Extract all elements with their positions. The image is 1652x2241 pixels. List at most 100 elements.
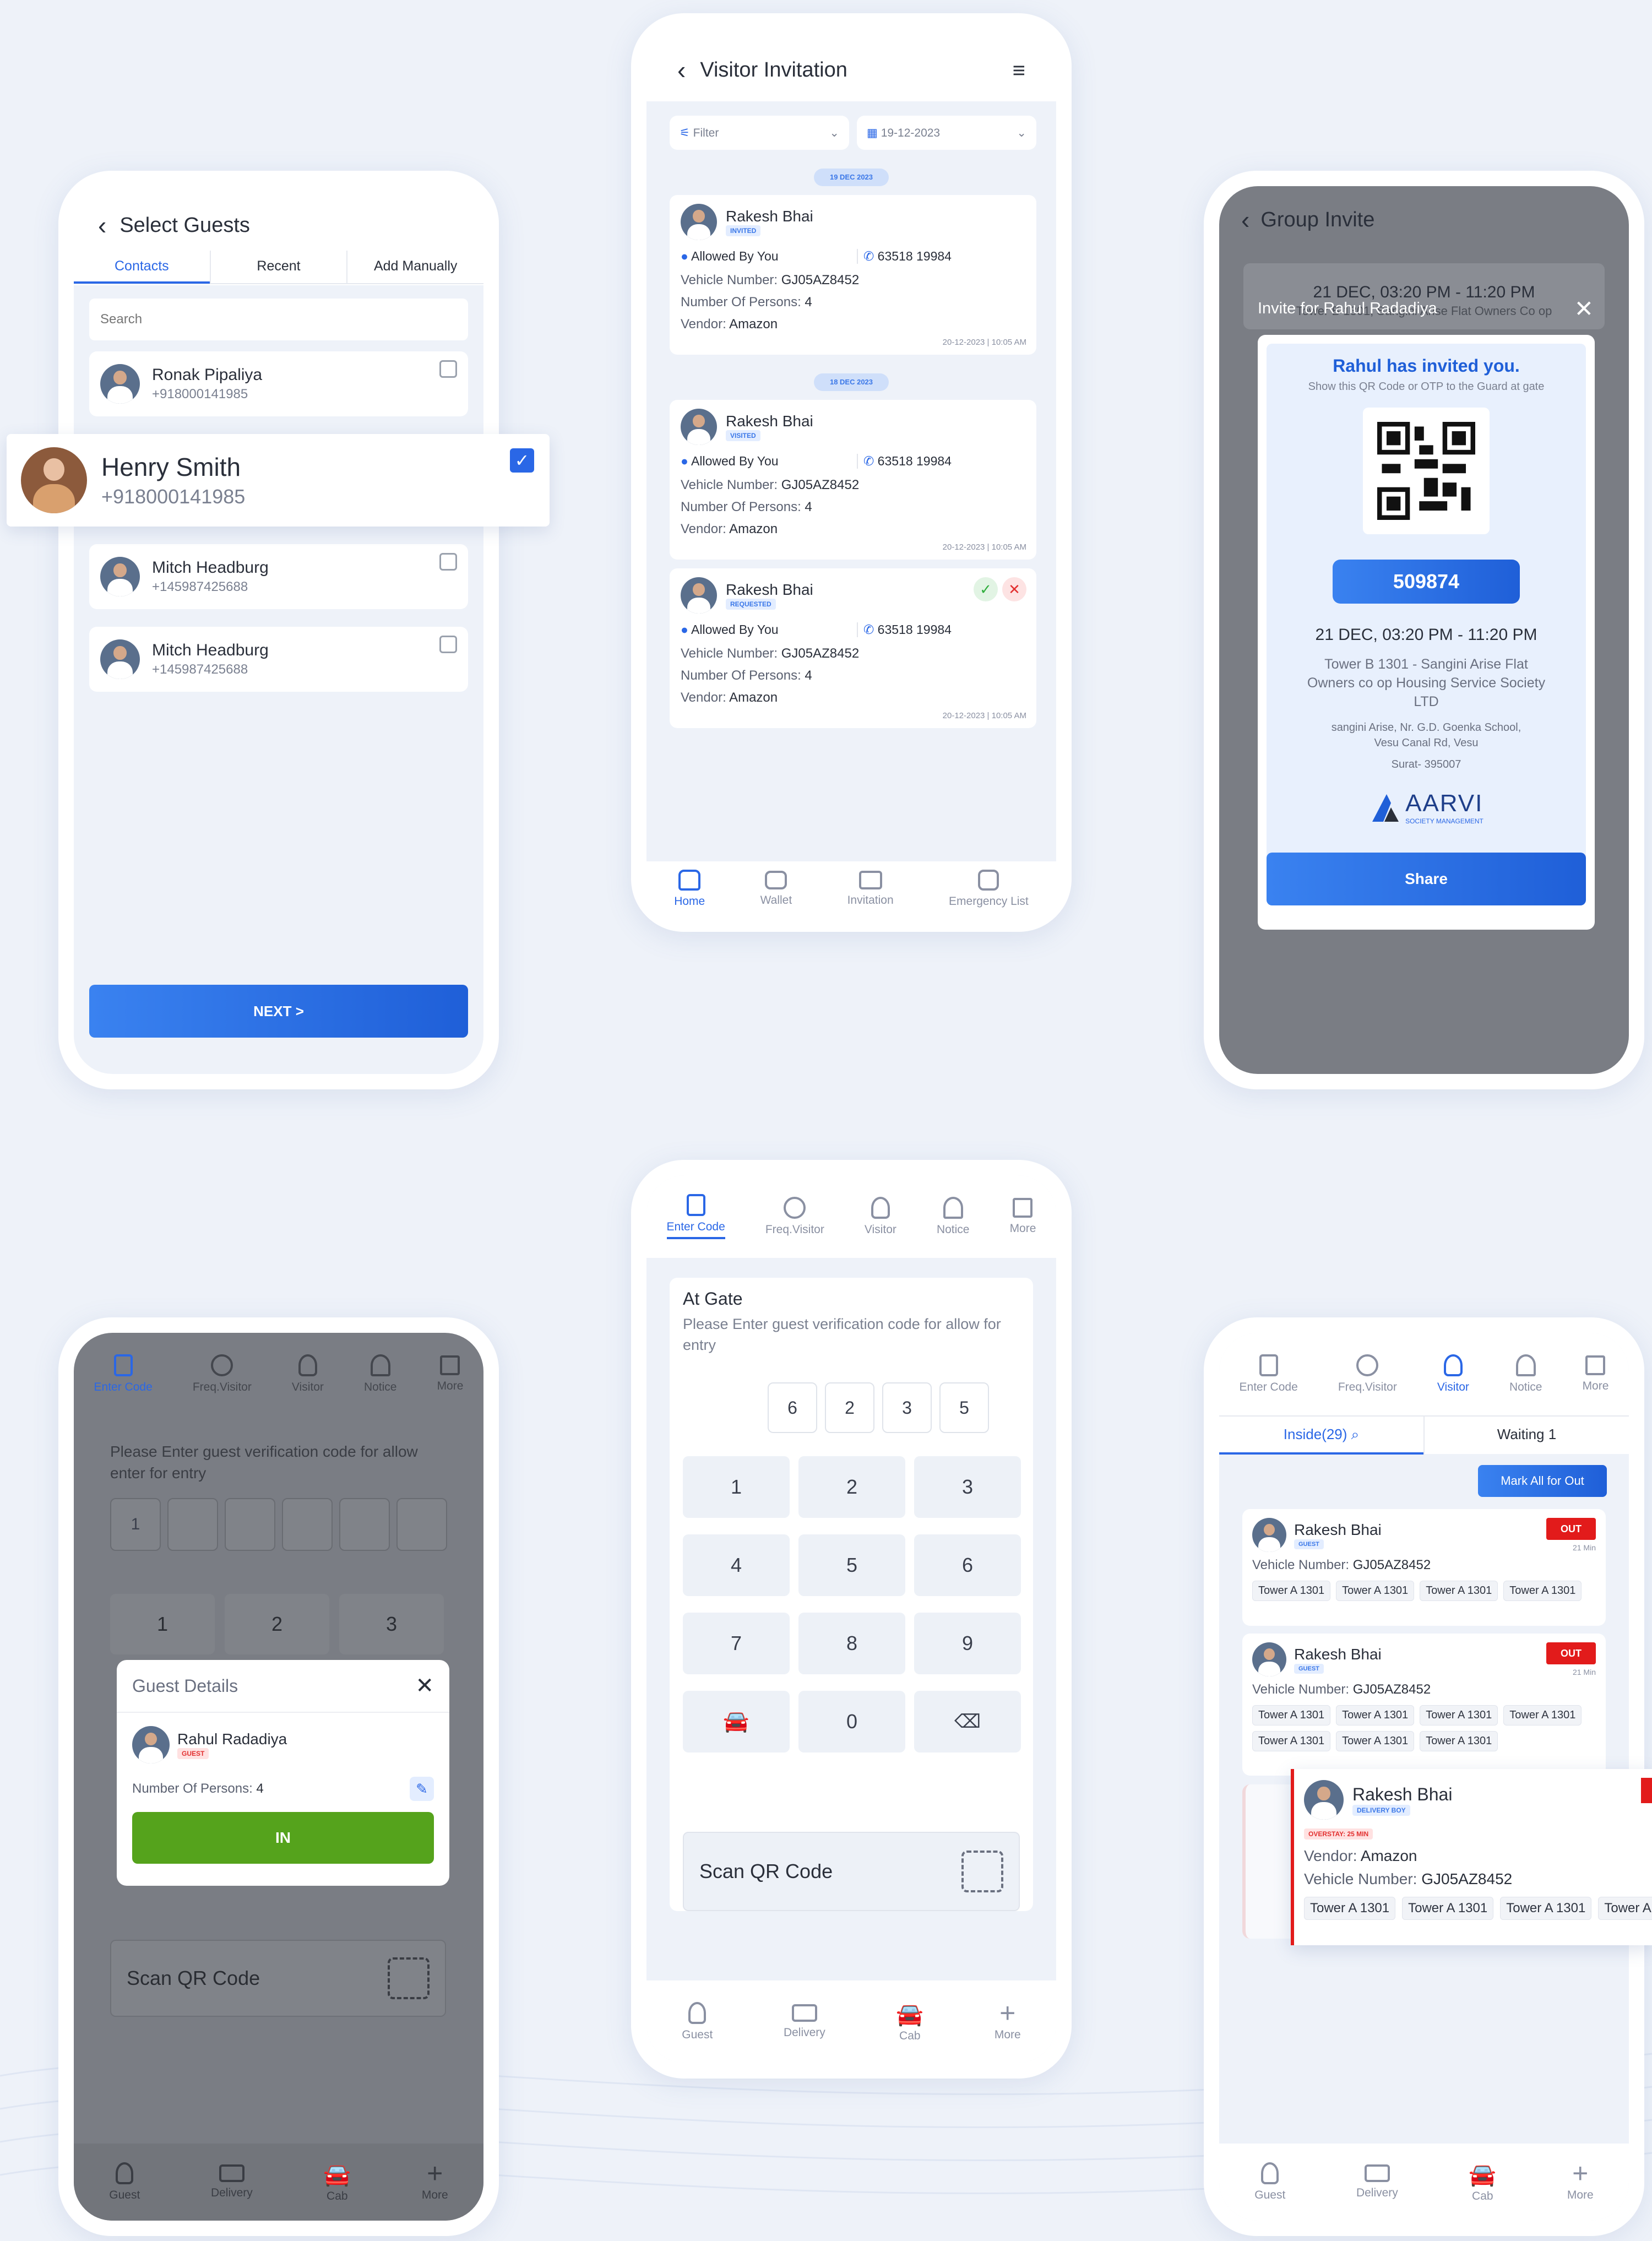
tab-notice[interactable]: Notice <box>364 1354 396 1394</box>
key-6[interactable]: 6 <box>914 1534 1021 1596</box>
tab-more[interactable]: More <box>1583 1355 1608 1393</box>
tab-freq-visitor[interactable]: Freq.Visitor <box>193 1354 252 1394</box>
contact-item-selected[interactable]: Henry Smith +918000141985 ✓ <box>7 434 550 527</box>
contact-checkbox[interactable] <box>439 636 457 653</box>
tab-enter-code[interactable]: Enter Code <box>94 1354 153 1394</box>
key-vehicle[interactable]: 🚘 <box>683 1691 790 1752</box>
key-2[interactable]: 2 <box>798 1456 905 1518</box>
mark-all-out-button[interactable]: Mark All for Out <box>1478 1465 1607 1497</box>
otp-box[interactable]: 6 <box>768 1382 817 1433</box>
contact-checkbox[interactable] <box>439 360 457 378</box>
nav-cab[interactable]: 🚘 Cab <box>896 2001 923 2043</box>
otp-box[interactable] <box>396 1498 447 1551</box>
tab-waiting[interactable]: Waiting 1 <box>1423 1416 1629 1455</box>
close-icon[interactable]: ✕ <box>415 1673 434 1699</box>
contact-item[interactable]: Mitch Headburg +145987425688 <box>89 627 468 692</box>
otp-box[interactable]: 3 <box>882 1382 932 1433</box>
nav-cab[interactable]: 🚘 Cab <box>323 2162 351 2203</box>
tab-visitor[interactable]: Visitor <box>865 1197 896 1236</box>
nav-emergency-list[interactable]: Emergency List <box>949 870 1029 908</box>
otp-box[interactable]: 1 <box>110 1498 161 1551</box>
nav-more[interactable]: + More <box>995 1999 1021 2042</box>
key-8[interactable]: 8 <box>798 1613 905 1674</box>
key-7[interactable]: 7 <box>683 1613 790 1674</box>
filter-dropdown[interactable]: ⚟ Filter ⌄ <box>670 116 849 150</box>
key-3[interactable]: 3 <box>339 1594 444 1654</box>
tab-more[interactable]: More <box>1010 1198 1036 1235</box>
otp-box[interactable] <box>167 1498 218 1551</box>
nav-guest[interactable]: Guest <box>682 2002 713 2042</box>
key-backspace[interactable]: ⌫ <box>914 1691 1021 1752</box>
delivery-card-popout[interactable]: Rakesh Bhai DELIVERY BOY OVERSTAY: 25 MIN… <box>1291 1769 1652 1945</box>
in-button[interactable]: IN <box>132 1812 434 1864</box>
nav-invitation[interactable]: Invitation <box>847 871 894 907</box>
out-button[interactable]: OUT <box>1546 1642 1596 1664</box>
scan-qr-area[interactable]: Scan QR Code <box>110 1940 446 2017</box>
nav-guest[interactable]: Guest <box>109 2162 140 2202</box>
next-button[interactable]: NEXT > <box>89 985 468 1038</box>
nav-delivery[interactable]: Delivery <box>211 2164 253 2200</box>
contact-checkbox[interactable] <box>439 553 457 571</box>
key-5[interactable]: 5 <box>798 1534 905 1596</box>
key-4[interactable]: 4 <box>683 1534 790 1596</box>
tab-notice[interactable]: Notice <box>1509 1354 1542 1394</box>
tab-add-manually[interactable]: Add Manually <box>346 251 483 284</box>
menu-icon[interactable]: ≡ <box>1013 58 1025 83</box>
nav-delivery[interactable]: Delivery <box>1356 2164 1398 2200</box>
key-2[interactable]: 2 <box>225 1594 329 1654</box>
tab-visitor[interactable]: Visitor <box>1437 1354 1469 1394</box>
otp-box[interactable]: 5 <box>939 1382 989 1433</box>
tab-inside[interactable]: Inside(29) ⌕ <box>1219 1416 1423 1455</box>
close-icon[interactable]: ✕ <box>1574 295 1594 322</box>
tab-freq-visitor[interactable]: Freq.Visitor <box>765 1197 824 1236</box>
back-icon[interactable]: ‹ <box>1241 205 1249 235</box>
date-dropdown[interactable]: ▦ 19-12-2023 ⌄ <box>857 116 1036 150</box>
key-1[interactable]: 1 <box>110 1594 215 1654</box>
search-input[interactable] <box>89 299 468 340</box>
invitation-card[interactable]: Rakesh Bhai REQUESTED ✓ ✕ ● Allowed By Yo… <box>670 568 1036 728</box>
tab-visitor[interactable]: Visitor <box>292 1354 324 1394</box>
otp-box[interactable] <box>339 1498 390 1551</box>
nav-guest[interactable]: Guest <box>1254 2162 1285 2202</box>
visitor-name: Rakesh Bhai <box>1294 1521 1382 1538</box>
tab-notice[interactable]: Notice <box>937 1197 969 1236</box>
contact-item[interactable]: Mitch Headburg +145987425688 <box>89 544 468 609</box>
nav-home[interactable]: Home <box>674 870 705 908</box>
reject-button[interactable]: ✕ <box>1002 577 1026 601</box>
out-button[interactable]: OUT <box>1546 1518 1596 1540</box>
tab-enter-code[interactable]: Enter Code <box>1240 1354 1298 1394</box>
nav-more[interactable]: + More <box>422 2159 448 2202</box>
approve-button[interactable]: ✓ <box>974 577 998 601</box>
back-icon[interactable]: ‹ <box>98 210 106 240</box>
otp-box[interactable]: 2 <box>825 1382 874 1433</box>
invitation-card[interactable]: Rakesh Bhai INVITED ● Allowed By You ✆ 635… <box>670 195 1036 355</box>
nav-cab[interactable]: 🚘 Cab <box>1469 2162 1496 2203</box>
key-9[interactable]: 9 <box>914 1613 1021 1674</box>
tab-more[interactable]: More <box>437 1355 463 1393</box>
qr-code[interactable] <box>1363 408 1490 534</box>
nav-delivery[interactable]: Delivery <box>784 2004 825 2039</box>
visitor-card[interactable]: Rakesh Bhai GUEST OUT 21 Min Vehicle Numb… <box>1242 1509 1606 1626</box>
search-icon[interactable]: ⌕ <box>1351 1426 1360 1442</box>
tab-recent[interactable]: Recent <box>209 251 347 284</box>
tab-freq-visitor[interactable]: Freq.Visitor <box>1338 1354 1397 1394</box>
otp-box[interactable] <box>225 1498 275 1551</box>
contact-item[interactable]: Ronak Pipaliya +918000141985 <box>89 351 468 416</box>
back-icon[interactable]: ‹ <box>677 55 686 85</box>
nav-wallet[interactable]: Wallet <box>760 871 792 907</box>
scan-qr-area[interactable]: Scan QR Code <box>683 1832 1020 1911</box>
visitor-name: Rakesh Bhai <box>1352 1784 1453 1804</box>
key-3[interactable]: 3 <box>914 1456 1021 1518</box>
otp-box[interactable] <box>282 1498 333 1551</box>
share-button[interactable]: Share <box>1267 853 1586 905</box>
out-button[interactable] <box>1641 1778 1652 1803</box>
key-1[interactable]: 1 <box>683 1456 790 1518</box>
checked-checkbox[interactable]: ✓ <box>510 448 534 473</box>
nav-more[interactable]: + More <box>1567 2159 1594 2202</box>
invitation-card[interactable]: Rakesh Bhai VISITED ● Allowed By You ✆ 635… <box>670 400 1036 560</box>
key-0[interactable]: 0 <box>798 1691 905 1752</box>
tab-contacts[interactable]: Contacts <box>74 251 210 284</box>
edit-icon[interactable]: ✎ <box>410 1777 434 1801</box>
visitor-card[interactable]: Rakesh Bhai GUEST OUT 21 Min Vehicle Numb… <box>1242 1634 1606 1776</box>
tab-enter-code[interactable]: Enter Code <box>666 1194 725 1239</box>
